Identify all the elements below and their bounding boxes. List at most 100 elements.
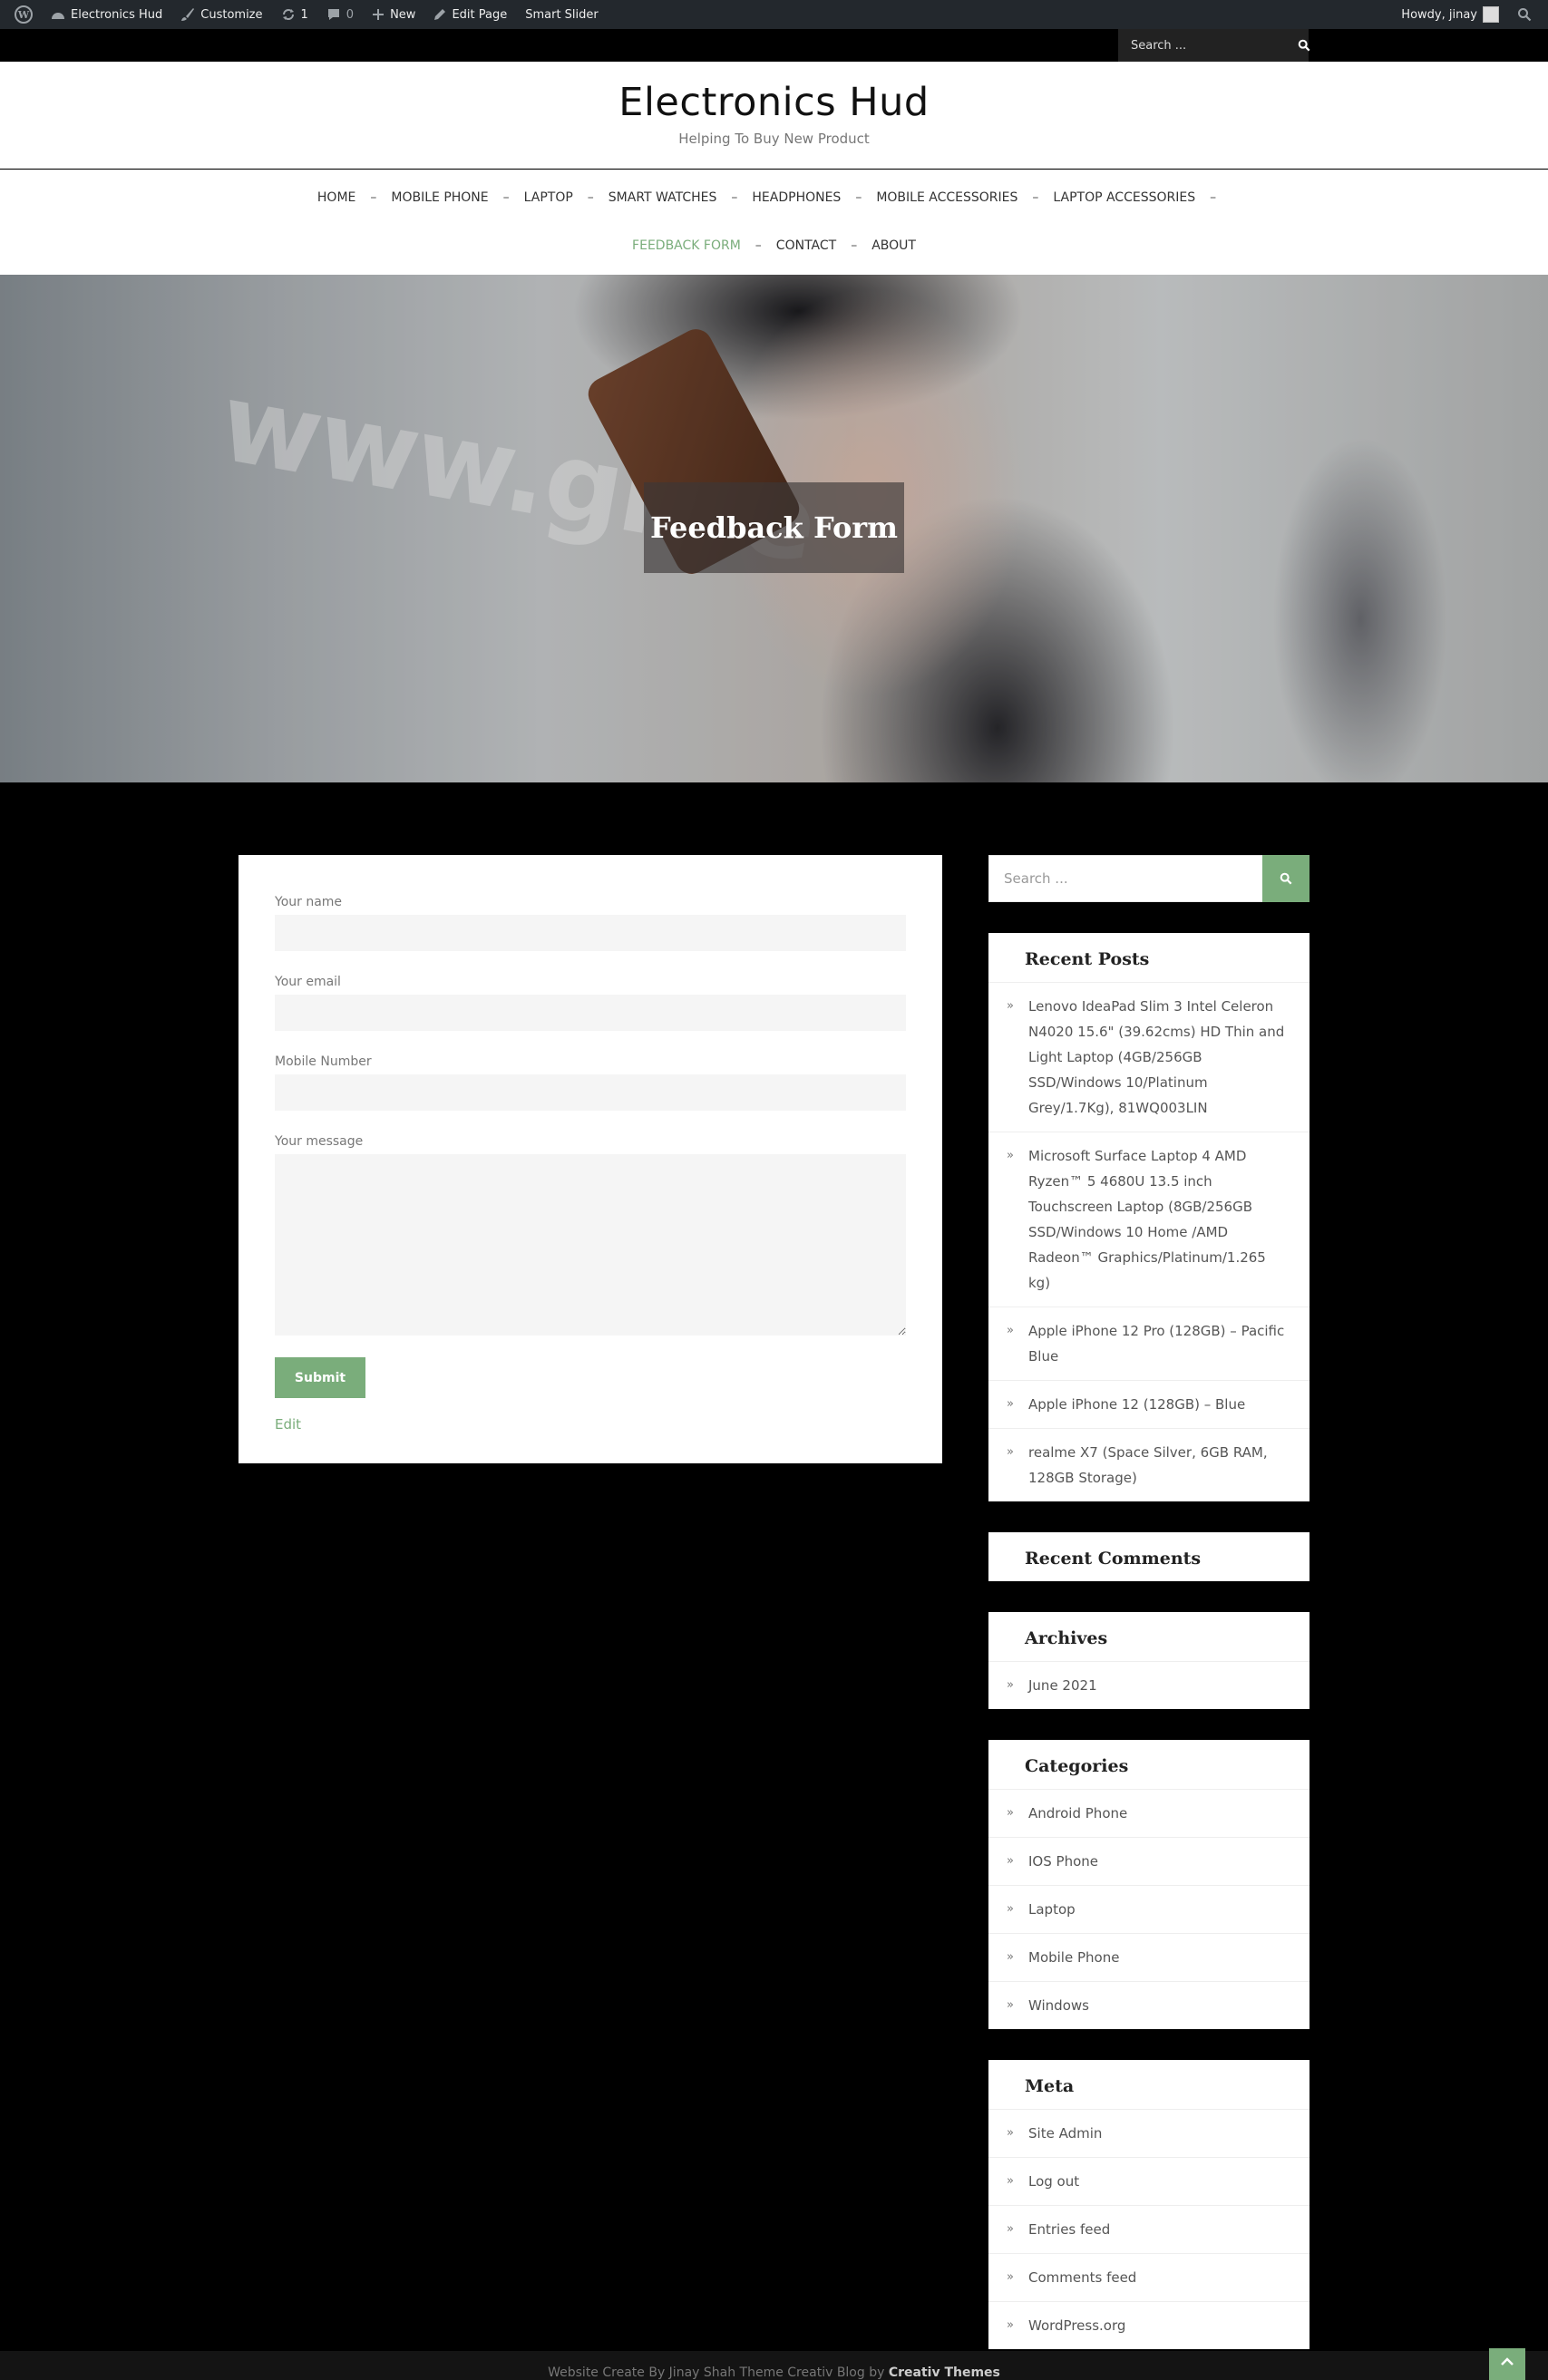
sidebar: Recent Posts »Lenovo IdeaPad Slim 3 Inte…: [988, 855, 1309, 2349]
message-label: Your message: [275, 1134, 364, 1149]
recent-comments-widget: Recent Comments: [988, 1532, 1309, 1581]
double-chevron-right-icon: »: [1007, 2174, 1014, 2188]
email-field[interactable]: [275, 995, 906, 1031]
admin-bar-customize[interactable]: Customize: [171, 0, 271, 29]
nav-item-mobile-accessories[interactable]: MOBILE ACCESSORIES: [876, 190, 1017, 205]
site-title[interactable]: Electronics Hud: [0, 80, 1548, 125]
nav-item-feedback-form[interactable]: FEEDBACK FORM: [632, 238, 741, 253]
list-item[interactable]: » IOS Phone: [988, 1838, 1309, 1886]
plus-icon: [373, 9, 385, 20]
updates-icon: [282, 9, 294, 20]
list-item[interactable]: » Windows: [988, 1982, 1309, 2029]
list-item[interactable]: » Laptop: [988, 1886, 1309, 1934]
admin-bar-site-link[interactable]: Electronics Hud: [42, 0, 171, 29]
mobile-label: Mobile Number: [275, 1054, 372, 1069]
list-item[interactable]: » June 2021: [988, 1662, 1309, 1709]
nav-item-about[interactable]: ABOUT: [871, 238, 916, 253]
comment-icon: [327, 9, 339, 20]
double-chevron-right-icon: »: [1007, 2318, 1014, 2332]
hero-title-box: Feedback Form: [644, 482, 904, 573]
top-search-button[interactable]: [1298, 29, 1310, 62]
nav-separator: –: [370, 190, 377, 205]
nav-separator: –: [851, 238, 858, 253]
list-item[interactable]: » Log out: [988, 2158, 1309, 2206]
nav-item-mobile-phone[interactable]: MOBILE PHONE: [391, 190, 488, 205]
admin-bar-site-name: Electronics Hud: [71, 7, 163, 22]
back-to-top-button[interactable]: [1489, 2348, 1525, 2380]
mobile-field[interactable]: [275, 1074, 906, 1111]
widget-title: Archives: [988, 1612, 1309, 1662]
nav-separator: –: [587, 190, 594, 205]
nav-separator: –: [855, 190, 862, 205]
double-chevron-right-icon: »: [1007, 2222, 1014, 2236]
email-label: Your email: [275, 975, 341, 989]
submit-button[interactable]: Submit: [275, 1357, 365, 1398]
nav-separator: –: [731, 190, 738, 205]
list-item[interactable]: » Mobile Phone: [988, 1934, 1309, 1982]
admin-bar-search-icon[interactable]: [1508, 0, 1541, 29]
double-chevron-right-icon: »: [1007, 1149, 1014, 1162]
avatar: [1483, 6, 1499, 23]
list-item[interactable]: » Microsoft Surface Laptop 4 AMD Ryzen™ 5…: [988, 1132, 1309, 1307]
list-item[interactable]: » WordPress.org: [988, 2302, 1309, 2349]
hero-banner: www.gree Feedback Form: [0, 275, 1548, 782]
message-field[interactable]: [275, 1154, 906, 1336]
widget-title: Meta: [988, 2060, 1309, 2110]
wordpress-logo-icon[interactable]: W: [5, 0, 42, 29]
list-item[interactable]: » Site Admin: [988, 2110, 1309, 2158]
admin-bar-account[interactable]: Howdy, jinay: [1392, 0, 1508, 29]
nav-item-contact[interactable]: CONTACT: [776, 238, 836, 253]
nav-item-laptop-accessories[interactable]: LAPTOP ACCESSORIES: [1053, 190, 1195, 205]
nav-separator: –: [1032, 190, 1039, 205]
admin-bar-comments[interactable]: 0: [317, 0, 363, 29]
double-chevron-right-icon: »: [1007, 2126, 1014, 2140]
nav-item-laptop[interactable]: LAPTOP: [524, 190, 573, 205]
nav-row-1: HOME – MOBILE PHONE – LAPTOP – SMART WAT…: [0, 170, 1548, 220]
list-item[interactable]: » Lenovo IdeaPad Slim 3 Intel Celeron N40…: [988, 983, 1309, 1132]
nav-row-2: FEEDBACK FORM – CONTACT – ABOUT: [0, 220, 1548, 271]
double-chevron-right-icon: »: [1007, 1324, 1014, 1337]
recent-posts-widget: Recent Posts » Lenovo IdeaPad Slim 3 Inte…: [988, 933, 1309, 1501]
site-tagline: Helping To Buy New Product: [678, 131, 870, 147]
admin-bar-updates[interactable]: 1: [272, 0, 317, 29]
brush-icon: [181, 8, 195, 21]
top-search-form: [1118, 29, 1310, 62]
pencil-icon: [434, 9, 446, 20]
nav-item-home[interactable]: HOME: [317, 190, 355, 205]
list-item[interactable]: » Comments feed: [988, 2254, 1309, 2302]
nav-item-headphones[interactable]: HEADPHONES: [752, 190, 841, 205]
admin-bar-smart-slider[interactable]: Smart Slider: [516, 0, 608, 29]
sidebar-search-button[interactable]: [1262, 855, 1309, 902]
list-item[interactable]: » realme X7 (Space Silver, 6GB RAM, 128GB…: [988, 1429, 1309, 1501]
footer-brand-link[interactable]: Creativ Themes: [889, 2365, 1000, 2380]
chevron-up-icon: [1501, 2357, 1514, 2365]
name-field[interactable]: [275, 915, 906, 951]
page-title: Feedback Form: [650, 510, 898, 545]
feedback-form-card: Your name Your email Mobile Number Your …: [239, 855, 942, 1463]
main-navigation: HOME – MOBILE PHONE – LAPTOP – SMART WAT…: [0, 170, 1548, 275]
double-chevron-right-icon: »: [1007, 999, 1014, 1013]
list-item[interactable]: » Entries feed: [988, 2206, 1309, 2254]
top-strip: [0, 29, 1548, 62]
admin-bar-new[interactable]: New: [363, 0, 424, 29]
double-chevron-right-icon: »: [1007, 1902, 1014, 1916]
sidebar-search-form: [988, 855, 1309, 902]
sidebar-search-input[interactable]: [988, 855, 1262, 902]
double-chevron-right-icon: »: [1007, 1854, 1014, 1868]
list-item[interactable]: » Apple iPhone 12 Pro (128GB) – Pacific B…: [988, 1307, 1309, 1381]
widget-title: Recent Posts: [988, 933, 1309, 983]
categories-widget: Categories » Android Phone » IOS Phone » La…: [988, 1740, 1309, 2029]
archives-widget: Archives » June 2021: [988, 1612, 1309, 1709]
list-item[interactable]: » Android Phone: [988, 1790, 1309, 1838]
double-chevron-right-icon: »: [1007, 1950, 1014, 1964]
edit-link[interactable]: Edit: [275, 1416, 906, 1433]
svg-text:W: W: [17, 9, 30, 21]
list-item[interactable]: » Apple iPhone 12 (128GB) – Blue: [988, 1381, 1309, 1429]
double-chevron-right-icon: »: [1007, 1678, 1014, 1692]
footer-credit: Website Create By Jinay Shah Theme Creat…: [548, 2365, 885, 2380]
top-search-input[interactable]: [1118, 29, 1298, 62]
nav-item-smart-watches[interactable]: SMART WATCHES: [608, 190, 717, 205]
nav-separator: –: [1210, 190, 1217, 205]
dashboard-icon: [52, 13, 64, 19]
admin-bar-edit-page[interactable]: Edit Page: [424, 0, 516, 29]
